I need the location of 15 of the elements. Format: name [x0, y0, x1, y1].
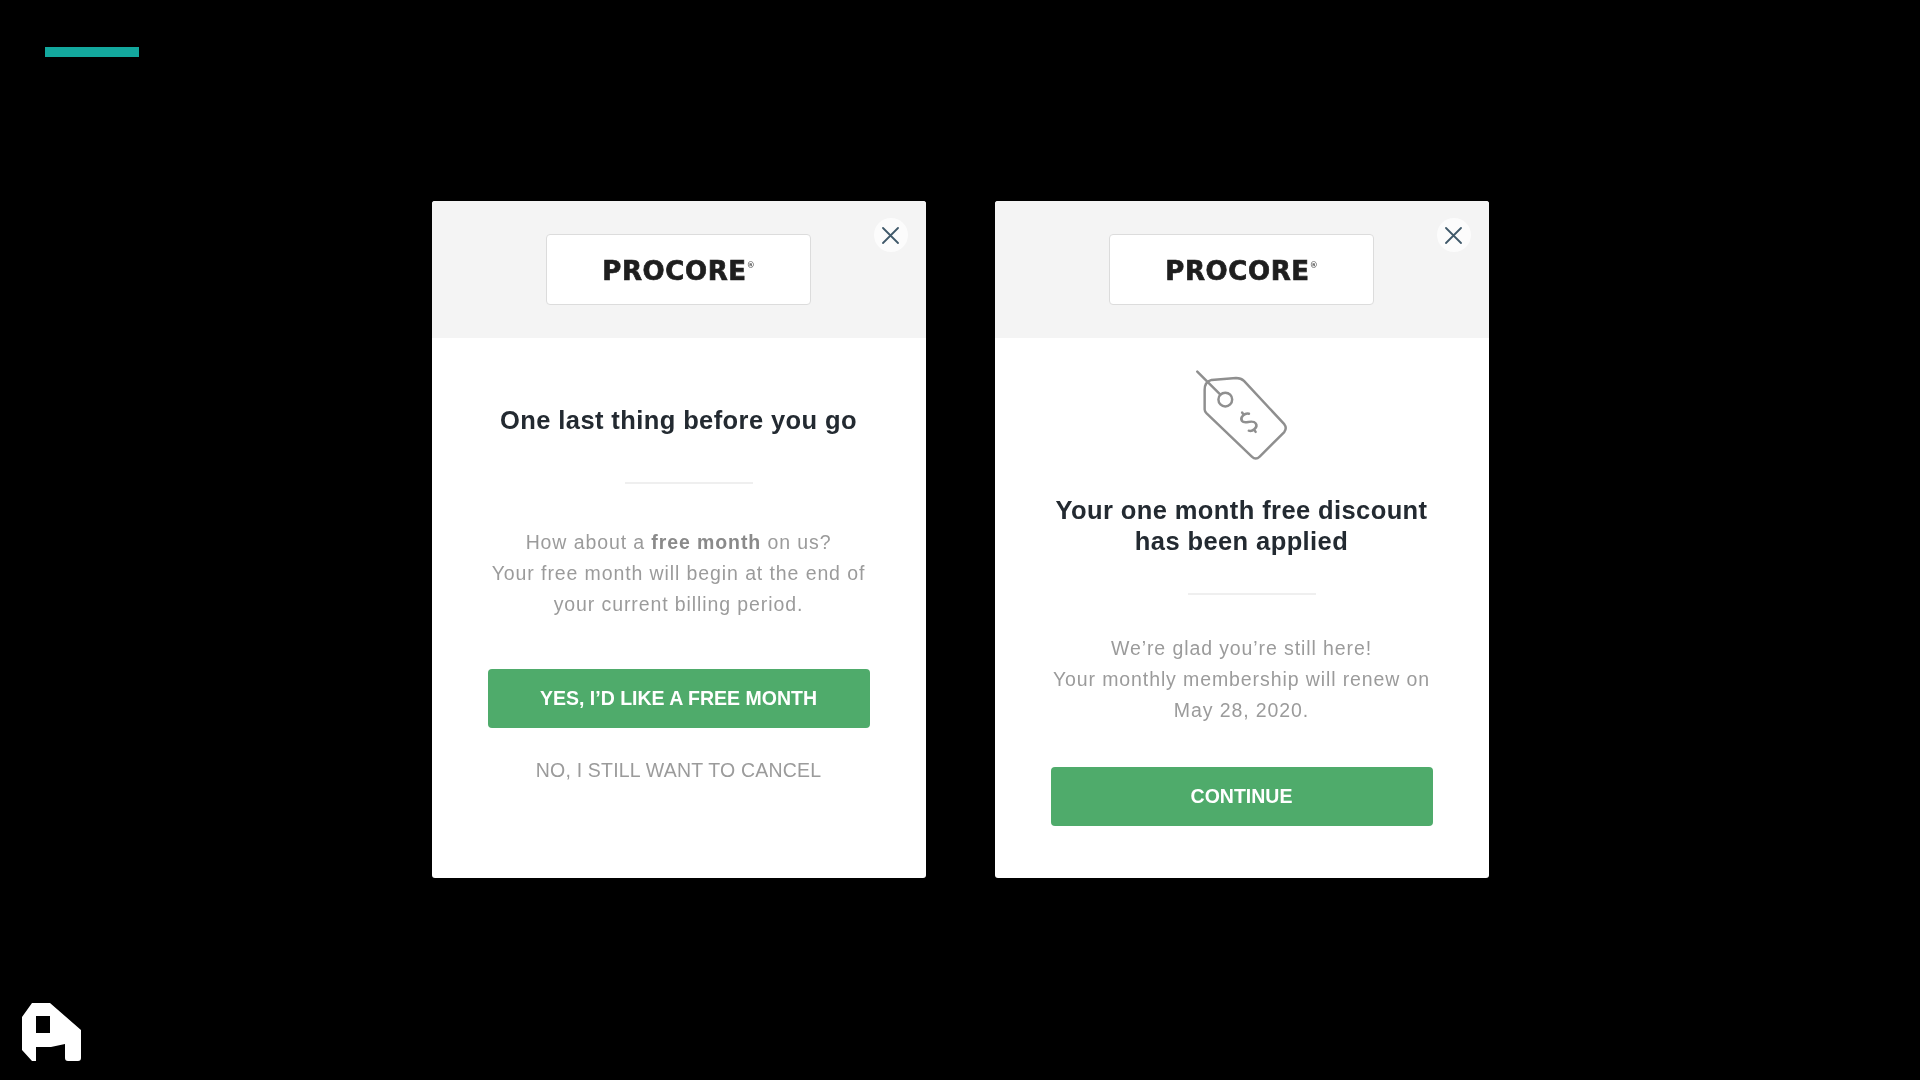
logo-icon — [22, 1003, 81, 1061]
logo-wordmark: PROCORE$^{®}$ — [602, 254, 755, 286]
logo-wordmark: PROCORE$^{®}$ — [1165, 254, 1318, 286]
dialog-title: Your one month free discount has been applied — [1054, 494, 1429, 557]
close-button[interactable] — [873, 218, 908, 252]
dialog-message: We’re glad you’re still here! Your monthly membership will renew on May 28, 2020. — [1052, 635, 1431, 723]
dialog-title: One last thing before you go — [500, 404, 857, 436]
dialog-message: How about a free month on us? Your free month will begin at the end of your current billing period. — [491, 529, 866, 617]
close-icon — [1445, 226, 1462, 244]
cancel-link[interactable]: NO, I STILL WANT TO CANCEL — [535, 759, 822, 781]
close-button[interactable] — [1436, 218, 1471, 252]
close-icon — [882, 226, 899, 244]
primary-button[interactable]: CONTINUE — [1050, 767, 1433, 826]
price-tag-icon — [1195, 370, 1288, 462]
primary-button[interactable]: YES, I’D LIKE A FREE MONTH — [487, 669, 870, 728]
